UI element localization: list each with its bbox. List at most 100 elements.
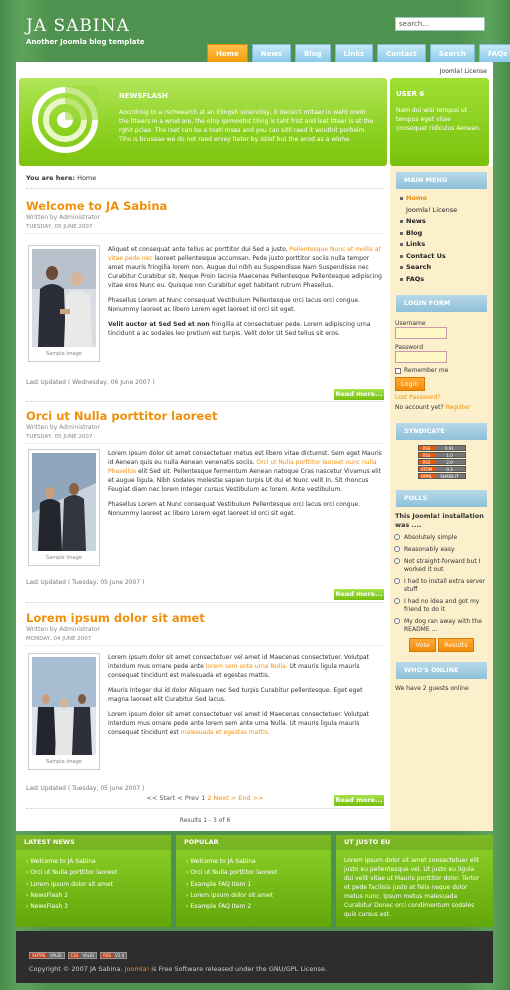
sidebar-item-contact-us[interactable]: Contact Us xyxy=(390,251,493,263)
radio-icon[interactable] xyxy=(394,618,400,624)
article-link[interactable]: lorem sem ante urna Nulla. xyxy=(206,663,288,670)
username-label: Username xyxy=(395,320,426,327)
article-date: TUESDAY, 05 JUNE 2007 xyxy=(26,434,384,444)
read-more-button[interactable]: Read more... xyxy=(334,589,384,600)
atom-feed-icon[interactable]: ATOM 0.3 xyxy=(417,466,466,472)
login-button[interactable]: Login xyxy=(395,377,425,391)
newsflash-box: NEWSFLASH Aoccdrnig to a rscheearch at a… xyxy=(19,78,387,166)
register-link[interactable]: Register xyxy=(446,404,471,411)
username-field[interactable] xyxy=(395,327,447,339)
lost-password-link[interactable]: Lost Password? xyxy=(390,394,493,401)
password-field[interactable] xyxy=(395,351,447,363)
rss-091-feed-icon[interactable]: RSS 0.91 xyxy=(417,445,466,451)
joomla-license-link[interactable]: Joomla! License xyxy=(440,68,487,75)
pager-end[interactable]: End >> xyxy=(238,794,263,802)
radio-icon[interactable] xyxy=(394,598,400,604)
whos-online-text: We have 2 guests online xyxy=(395,685,469,692)
joomla-link[interactable]: Joomla! xyxy=(125,965,150,973)
image-caption: Sample Image xyxy=(46,555,82,561)
pager-next[interactable]: Next > xyxy=(214,794,237,802)
copyright-text: Copyright © 2007 JA Sabina. xyxy=(29,965,123,973)
radio-icon[interactable] xyxy=(394,558,400,564)
user6-module: USER 6 Nam dui wisi tempus ut tempus ege… xyxy=(390,78,489,166)
poll-option[interactable]: Not straight-forward but I worked it out xyxy=(390,558,493,574)
article-title[interactable]: Lorem ipsum dolor sit amet xyxy=(26,611,384,625)
article-title[interactable]: Welcome to JA Sabina xyxy=(26,199,384,213)
article-title[interactable]: Orci ut Nulla porttitor laoreet xyxy=(26,409,384,423)
password-label: Password xyxy=(395,344,424,351)
vote-button[interactable]: Vote xyxy=(409,638,436,652)
poll-option[interactable]: Reasonably easy xyxy=(390,546,493,554)
no-account-text: No account yet? xyxy=(395,404,444,411)
poll-option[interactable]: Absolutely simple xyxy=(390,534,493,542)
footer-link[interactable]: Orci ut Nulla porttitor laoreet xyxy=(26,867,171,878)
results-button[interactable]: Results xyxy=(438,638,474,652)
bottom-bar: XHTML VALID CSS VALID RSS V2.0 Copyright © … xyxy=(16,931,493,983)
copyright: Copyright © 2007 JA Sabina. Joomla! is F… xyxy=(29,965,327,973)
radio-icon[interactable] xyxy=(394,578,400,584)
breadcrumb: You are here: Home xyxy=(26,174,384,189)
breadcrumb-label: You are here: xyxy=(26,174,75,182)
poll-option[interactable]: My dog ran away with the README ... xyxy=(390,618,493,634)
article: Lorem ipsum dolor sit amet Written by Ad… xyxy=(26,611,384,811)
footer-link[interactable]: Example FAQ Item 1 xyxy=(186,879,331,890)
radio-icon[interactable] xyxy=(394,534,400,540)
pagination: << Start < Prev 1 2 Next > End >> xyxy=(26,794,384,802)
tab-search[interactable]: Search xyxy=(429,44,475,62)
ut-justo-title: UT JUSTO EU xyxy=(336,835,493,850)
site-slogan: Another Joomla blog template xyxy=(26,38,145,46)
article-paragraph: Phasellus Lorem at Nunc consequat Vestib… xyxy=(108,501,360,517)
footer-link[interactable]: Example FAQ Item 2 xyxy=(186,901,331,912)
sidebar-item-blog[interactable]: Blog xyxy=(390,228,493,240)
sidebar-item-links[interactable]: Links xyxy=(390,239,493,251)
rss-20-feed-icon[interactable]: RSS 2.0 xyxy=(417,459,466,465)
main-menu-header: MAIN MENU xyxy=(396,172,487,189)
search-input[interactable]: search... xyxy=(395,17,485,31)
pager-page-1: 1 xyxy=(201,794,206,802)
rss-10-feed-icon[interactable]: RSS 1.0 xyxy=(417,452,466,458)
user6-text: Nam dui wisi tempus ut tempus eget vitae… xyxy=(396,107,481,132)
pager-start[interactable]: << Start xyxy=(146,794,175,802)
footer-link[interactable]: Orci ut Nulla porttitor laoreet xyxy=(186,867,331,878)
article-text: Aliquet et consequat ante tellus ac port… xyxy=(108,246,288,253)
poll-option[interactable]: I had to install extra server stuff xyxy=(390,578,493,594)
xhtml-valid-badge[interactable]: XHTML VALID xyxy=(29,952,65,959)
tab-blog[interactable]: Blog xyxy=(294,44,331,62)
footer-link[interactable]: Welcome to JA Sabina xyxy=(26,856,171,867)
article-author: Written by Administrator xyxy=(26,214,101,221)
pager-page-2[interactable]: 2 xyxy=(207,794,211,802)
poll-question: This Joomla! installation was .... xyxy=(395,512,484,529)
article-paragraph: Mauris Integer dui id dolor Aliquam nec … xyxy=(108,687,363,703)
login-form-header: LOGIN FORM xyxy=(396,295,487,312)
tab-contact-us[interactable]: Contact Us xyxy=(377,44,426,76)
sidebar-item-faqs[interactable]: FAQs xyxy=(390,274,493,286)
footer-link[interactable]: Lorem ipsum dolor sit amet xyxy=(26,879,171,890)
tab-news[interactable]: News xyxy=(251,44,291,62)
opml-feed-icon[interactable]: OPML SHARE IT xyxy=(417,473,466,479)
tab-faqs[interactable]: FAQs xyxy=(478,44,510,62)
user6-title: USER 6 xyxy=(396,90,425,98)
footer-link[interactable]: NewsFlash 2 xyxy=(26,890,171,901)
read-more-button[interactable]: Read more... xyxy=(334,389,384,400)
site-logo[interactable]: JA SABINA xyxy=(26,16,130,36)
sidebar-item-news[interactable]: News xyxy=(390,216,493,228)
article-text: elit Sed sit. Pellentesque fermentum Aen… xyxy=(108,468,381,493)
pager-prev[interactable]: < Prev xyxy=(177,794,199,802)
sidebar-item-search[interactable]: Search xyxy=(390,262,493,274)
popular-title: POPULAR xyxy=(176,835,331,850)
poll-option[interactable]: I had no idea and got my friend to do it xyxy=(390,598,493,614)
css-valid-badge[interactable]: CSS VALID xyxy=(67,952,98,959)
rss-badge[interactable]: RSS V2.0 xyxy=(100,952,128,959)
sidebar-item-home[interactable]: Home xyxy=(390,193,493,205)
footer-link[interactable]: Welcome to JA Sabina xyxy=(186,856,331,867)
radio-icon[interactable] xyxy=(394,546,400,552)
article-link[interactable]: malesuada et egestas mattis. xyxy=(181,729,270,736)
breadcrumb-current: Home xyxy=(77,174,97,182)
tab-home[interactable]: Home xyxy=(207,44,248,62)
tab-links[interactable]: Links xyxy=(334,44,374,62)
remember-me-checkbox[interactable] xyxy=(395,367,401,374)
sidebar-item-joomla-license[interactable]: Joomla! License xyxy=(390,205,493,217)
footer-link[interactable]: Lorem ipsum dolor sit amet xyxy=(186,890,331,901)
last-updated: Last Updated ( Wednesday, 06 June 2007 ) xyxy=(26,379,155,386)
footer-link[interactable]: NewsFlash 3 xyxy=(26,901,171,912)
